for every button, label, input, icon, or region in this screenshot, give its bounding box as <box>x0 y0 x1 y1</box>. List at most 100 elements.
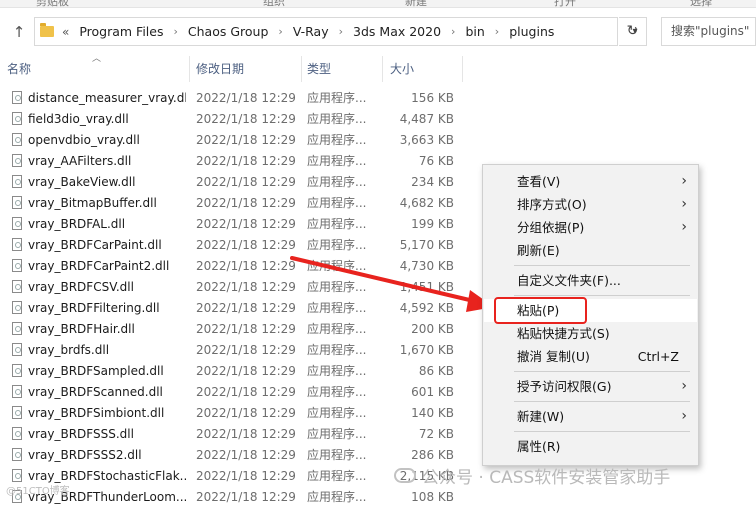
file-modified-date: 2022/1/18 12:29 <box>196 133 296 147</box>
chevron-right-icon[interactable]: › <box>174 25 178 38</box>
file-type: 应用程序... <box>307 469 367 483</box>
ribbon-label-organize: 组织 <box>263 0 285 8</box>
file-size: 4,682 KB <box>399 196 454 210</box>
chevron-right-icon: › <box>681 408 687 424</box>
file-modified-date: 2022/1/18 12:29 <box>196 280 296 294</box>
menu-item-paste-shortcut[interactable]: 粘贴快捷方式(S) <box>484 322 697 345</box>
file-size: 5,170 KB <box>399 238 454 252</box>
breadcrumb-chaos-group[interactable]: Chaos Group <box>188 24 269 39</box>
menu-separator <box>514 431 690 432</box>
file-name: vray_BRDFSSS.dll <box>28 427 134 441</box>
file-type: 应用程序... <box>307 154 367 168</box>
file-name: field3dio_vray.dll <box>28 112 129 126</box>
column-header-size[interactable]: 大小 <box>390 56 460 82</box>
dll-file-icon <box>12 259 22 272</box>
file-modified-date: 2022/1/18 12:29 <box>196 343 296 357</box>
menu-item-group-by[interactable]: 分组依据(P) › <box>484 216 697 239</box>
watermark-text: 公众号 · CASS软件安装管家助手 <box>422 468 671 488</box>
file-row[interactable]: vray_BRDFCarPaint.dll 2022/1/18 12:29 应用程序… <box>0 235 470 256</box>
column-divider[interactable] <box>382 56 383 82</box>
file-modified-date: 2022/1/18 12:29 <box>196 406 296 420</box>
file-name: vray_BRDFSimbiont.dll <box>28 406 165 420</box>
dll-file-icon <box>12 406 22 419</box>
ribbon-label-clipboard: 剪贴板 <box>36 0 69 8</box>
wechat-icon <box>394 468 416 483</box>
menu-item-properties[interactable]: 属性(R) <box>484 435 697 458</box>
dll-file-icon <box>12 217 22 230</box>
file-row[interactable]: vray_BRDFAL.dll 2022/1/18 12:29 应用程序... 199… <box>0 214 470 235</box>
file-modified-date: 2022/1/18 12:29 <box>196 112 296 126</box>
chevron-right-icon[interactable]: › <box>451 25 455 38</box>
dll-file-icon <box>12 133 22 146</box>
menu-shortcut: Ctrl+Z <box>637 349 679 364</box>
chevron-right-icon[interactable]: › <box>339 25 343 38</box>
file-type: 应用程序... <box>307 427 367 441</box>
menu-item-new[interactable]: 新建(W) › <box>484 405 697 428</box>
file-type: 应用程序... <box>307 343 367 357</box>
search-input[interactable]: 搜索"plugins" <box>661 17 756 46</box>
file-row[interactable]: vray_BRDFHair.dll 2022/1/18 12:29 应用程序... 2… <box>0 319 470 340</box>
menu-item-sort-by[interactable]: 排序方式(O) › <box>484 193 697 216</box>
file-row[interactable]: vray_BRDFFiltering.dll 2022/1/18 12:29 应用程… <box>0 298 470 319</box>
file-size: 601 KB <box>411 385 454 399</box>
address-bar[interactable]: « Program Files › Chaos Group › V-Ray › … <box>34 17 638 46</box>
file-row[interactable]: vray_BRDFScanned.dll 2022/1/18 12:29 应用程序.… <box>0 382 470 403</box>
column-divider[interactable] <box>189 56 190 82</box>
breadcrumb-overflow[interactable]: « <box>62 25 69 39</box>
file-name: vray_AAFilters.dll <box>28 154 132 168</box>
file-name: vray_BRDFScanned.dll <box>28 385 163 399</box>
column-header-date[interactable]: 修改日期 <box>196 56 300 82</box>
file-size: 234 KB <box>411 175 454 189</box>
dll-file-icon <box>12 364 22 377</box>
menu-item-customize-folder[interactable]: 自定义文件夹(F)... <box>484 269 697 292</box>
file-type: 应用程序... <box>307 364 367 378</box>
file-row[interactable]: openvdbio_vray.dll 2022/1/18 12:29 应用程序...… <box>0 130 470 151</box>
file-modified-date: 2022/1/18 12:29 <box>196 301 296 315</box>
file-size: 4,730 KB <box>399 259 454 273</box>
menu-item-undo-copy[interactable]: 撤消 复制(U) Ctrl+Z <box>484 345 697 368</box>
file-row[interactable]: vray_brdfs.dll 2022/1/18 12:29 应用程序... 1,67… <box>0 340 470 361</box>
file-name: vray_BRDFCarPaint.dll <box>28 238 162 252</box>
menu-item-view[interactable]: 查看(V) › <box>484 170 697 193</box>
file-type: 应用程序... <box>307 217 367 231</box>
file-row[interactable]: field3dio_vray.dll 2022/1/18 12:29 应用程序...… <box>0 109 470 130</box>
menu-item-give-access[interactable]: 授予访问权限(G) › <box>484 375 697 398</box>
file-modified-date: 2022/1/18 12:29 <box>196 175 296 189</box>
dll-file-icon <box>12 112 22 125</box>
file-row[interactable]: vray_BRDFThunderLoom.... 2022/1/18 12:29 应… <box>0 487 470 508</box>
breadcrumb-v-ray[interactable]: V-Ray <box>293 24 329 39</box>
chevron-right-icon[interactable]: › <box>495 25 499 38</box>
file-name: vray_BRDFHair.dll <box>28 322 135 336</box>
dll-file-icon <box>12 280 22 293</box>
file-type: 应用程序... <box>307 322 367 336</box>
file-row[interactable]: vray_BRDFSimbiont.dll 2022/1/18 12:29 应用程序… <box>0 403 470 424</box>
breadcrumb-bin[interactable]: bin <box>465 24 484 39</box>
file-modified-date: 2022/1/18 12:29 <box>196 91 296 105</box>
breadcrumb: Program Files › Chaos Group › V-Ray › 3d… <box>79 24 554 39</box>
file-row[interactable]: vray_BRDFCSV.dll 2022/1/18 12:29 应用程序... 1,… <box>0 277 470 298</box>
breadcrumb-plugins[interactable]: plugins <box>509 24 554 39</box>
menu-item-refresh[interactable]: 刷新(E) <box>484 239 697 262</box>
chevron-right-icon: › <box>681 219 687 235</box>
file-size: 3,663 KB <box>399 133 454 147</box>
file-row[interactable]: distance_measurer_vray.dll 2022/1/18 12:2… <box>0 88 470 109</box>
column-divider[interactable] <box>462 56 463 82</box>
chevron-right-icon[interactable]: › <box>278 25 282 38</box>
column-divider[interactable] <box>301 56 302 82</box>
file-row[interactable]: vray_BRDFSampled.dll 2022/1/18 12:29 应用程序.… <box>0 361 470 382</box>
file-type: 应用程序... <box>307 280 367 294</box>
file-row[interactable]: vray_BRDFSSS.dll 2022/1/18 12:29 应用程序... 72… <box>0 424 470 445</box>
file-row[interactable]: vray_BitmapBuffer.dll 2022/1/18 12:29 应用程序… <box>0 193 470 214</box>
column-header-name[interactable]: 名称 <box>7 56 187 82</box>
file-row[interactable]: vray_AAFilters.dll 2022/1/18 12:29 应用程序...… <box>0 151 470 172</box>
file-modified-date: 2022/1/18 12:29 <box>196 196 296 210</box>
up-arrow-icon[interactable]: ↑ <box>9 22 29 42</box>
file-row[interactable]: vray_BakeView.dll 2022/1/18 12:29 应用程序... 2… <box>0 172 470 193</box>
breadcrumb-program-files[interactable]: Program Files <box>79 24 163 39</box>
menu-separator <box>514 401 690 402</box>
refresh-icon[interactable]: ↻ <box>619 17 647 46</box>
column-header-type[interactable]: 类型 <box>307 56 381 82</box>
breadcrumb-3ds-max[interactable]: 3ds Max 2020 <box>353 24 441 39</box>
file-type: 应用程序... <box>307 175 367 189</box>
file-row[interactable]: vray_BRDFCarPaint2.dll 2022/1/18 12:29 应用程… <box>0 256 470 277</box>
